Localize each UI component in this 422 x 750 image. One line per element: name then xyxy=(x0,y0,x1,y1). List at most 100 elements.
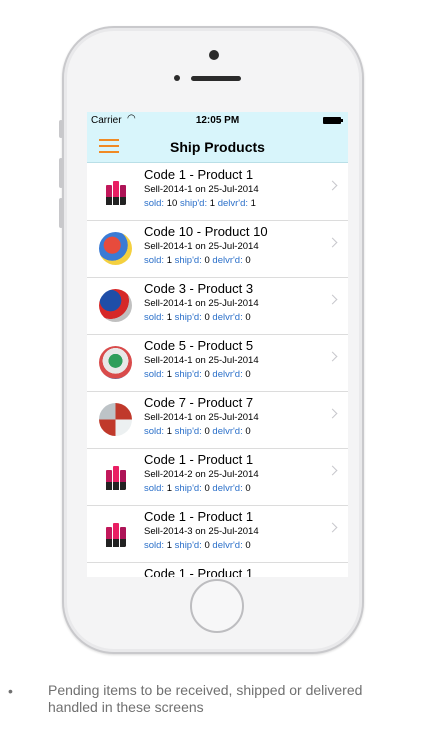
navigation-bar: Ship Products xyxy=(87,130,348,163)
item-title: Code 7 - Product 7 xyxy=(144,395,254,410)
product-image xyxy=(99,232,132,265)
product-image xyxy=(99,175,132,208)
shipped-label: ship'd: xyxy=(174,369,202,380)
item-title: Code 1 - Product 1 xyxy=(144,167,254,182)
sold-label: sold: xyxy=(144,426,165,437)
shipped-label: ship'd: xyxy=(174,255,202,266)
sold-label: sold: xyxy=(144,369,165,380)
chevron-right-icon xyxy=(327,465,338,476)
item-subtitle: Sell-2014-3 on 25-Jul-2014 xyxy=(144,526,259,537)
list-item[interactable]: Code 5 - Product 5 Sell-2014-1 on 25-Jul-… xyxy=(87,335,348,392)
shipped-value: 0 xyxy=(204,540,210,551)
front-camera xyxy=(209,50,219,60)
app-screen: Carrier ◠ 12:05 PM Ship Products Code 1 … xyxy=(87,112,348,577)
list-item[interactable]: Code 10 - Product 10 Sell-2014-1 on 25-Ju… xyxy=(87,221,348,278)
delivered-label: delvr'd: xyxy=(212,255,243,266)
chevron-right-icon xyxy=(327,351,338,362)
bullet: • xyxy=(8,683,13,699)
sold-label: sold: xyxy=(144,483,165,494)
volume-down-button xyxy=(59,198,63,228)
item-title: Code 1 - Product 1 xyxy=(144,509,254,524)
sold-value: 1 xyxy=(166,483,173,494)
list-item[interactable]: Code 1 - Product 1 xyxy=(87,563,348,577)
list-item[interactable]: Code 1 - Product 1 Sell-2014-2 on 25-Jul-… xyxy=(87,449,348,506)
product-image xyxy=(99,574,132,577)
sold-value: 1 xyxy=(166,540,173,551)
delivered-label: delvr'd: xyxy=(212,540,243,551)
item-title: Code 10 - Product 10 xyxy=(144,224,268,239)
caption-text: Pending items to be received, shipped or… xyxy=(48,682,363,715)
item-subtitle: Sell-2014-1 on 25-Jul-2014 xyxy=(144,412,259,423)
delivered-label: delvr'd: xyxy=(217,198,249,209)
sold-value: 1 xyxy=(166,312,173,323)
delivered-label: delvr'd: xyxy=(212,426,243,437)
home-button[interactable] xyxy=(190,579,244,633)
shipped-value: 0 xyxy=(204,483,210,494)
sold-value: 1 xyxy=(166,255,173,266)
shipped-label: ship'd: xyxy=(179,198,208,209)
earpiece-speaker xyxy=(191,76,241,81)
chevron-right-icon xyxy=(327,522,338,533)
delivered-value: 0 xyxy=(245,369,251,380)
list-item[interactable]: Code 1 - Product 1 Sell-2014-1 on 25-Jul-… xyxy=(87,164,348,221)
item-subtitle: Sell-2014-1 on 25-Jul-2014 xyxy=(144,298,259,309)
item-title: Code 3 - Product 3 xyxy=(144,281,254,296)
mute-switch xyxy=(59,120,63,138)
item-title: Code 1 - Product 1 xyxy=(144,566,254,577)
list-item[interactable]: Code 7 - Product 7 Sell-2014-1 on 25-Jul-… xyxy=(87,392,348,449)
product-image xyxy=(99,403,132,436)
proximity-sensor xyxy=(174,75,180,81)
shipped-label: ship'd: xyxy=(174,483,202,494)
delivered-value: 0 xyxy=(245,540,251,551)
shipped-value: 0 xyxy=(204,426,210,437)
sold-value: 10 xyxy=(166,198,178,209)
sold-label: sold: xyxy=(144,255,165,266)
delivered-value: 0 xyxy=(245,483,251,494)
product-image xyxy=(99,517,132,550)
chevron-right-icon xyxy=(327,180,338,191)
delivered-label: delvr'd: xyxy=(212,312,243,323)
delivered-value: 0 xyxy=(245,426,251,437)
battery-icon xyxy=(323,117,343,124)
sold-label: sold: xyxy=(144,540,165,551)
chevron-right-icon xyxy=(327,237,338,248)
shipped-value: 0 xyxy=(204,369,210,380)
product-image xyxy=(99,460,132,493)
product-image xyxy=(99,289,132,322)
chevron-right-icon xyxy=(327,294,338,305)
item-stats: sold: 1 ship'd: 0 delvr'd: 0 xyxy=(144,540,251,551)
item-title: Code 1 - Product 1 xyxy=(144,452,254,467)
delivered-value: 0 xyxy=(245,312,251,323)
delivered-label: delvr'd: xyxy=(212,483,243,494)
sold-value: 1 xyxy=(166,426,173,437)
shipped-label: ship'd: xyxy=(174,312,202,323)
sold-label: sold: xyxy=(144,312,165,323)
page-title: Ship Products xyxy=(170,139,265,155)
delivered-value: 0 xyxy=(245,255,251,266)
status-bar: Carrier ◠ 12:05 PM xyxy=(87,112,348,130)
item-title: Code 5 - Product 5 xyxy=(144,338,254,353)
item-stats: sold: 1 ship'd: 0 delvr'd: 0 xyxy=(144,255,251,266)
item-stats: sold: 10 ship'd: 1 delvr'd: 1 xyxy=(144,198,256,209)
product-list: Code 1 - Product 1 Sell-2014-1 on 25-Jul-… xyxy=(87,164,348,577)
sold-label: sold: xyxy=(144,198,165,209)
item-subtitle: Sell-2014-1 on 25-Jul-2014 xyxy=(144,241,259,252)
delivered-value: 1 xyxy=(250,198,256,209)
shipped-label: ship'd: xyxy=(174,540,202,551)
delivered-label: delvr'd: xyxy=(212,369,243,380)
item-stats: sold: 1 ship'd: 0 delvr'd: 0 xyxy=(144,312,251,323)
item-subtitle: Sell-2014-1 on 25-Jul-2014 xyxy=(144,355,259,366)
shipped-label: ship'd: xyxy=(174,426,202,437)
list-item[interactable]: Code 1 - Product 1 Sell-2014-3 on 25-Jul-… xyxy=(87,506,348,563)
item-stats: sold: 1 ship'd: 0 delvr'd: 0 xyxy=(144,483,251,494)
product-image xyxy=(99,346,132,379)
volume-up-button xyxy=(59,158,63,188)
shipped-value: 1 xyxy=(209,198,216,209)
item-stats: sold: 1 ship'd: 0 delvr'd: 0 xyxy=(144,426,251,437)
status-time: 12:05 PM xyxy=(195,115,240,126)
item-stats: sold: 1 ship'd: 0 delvr'd: 0 xyxy=(144,369,251,380)
sold-value: 1 xyxy=(166,369,173,380)
list-item[interactable]: Code 3 - Product 3 Sell-2014-1 on 25-Jul-… xyxy=(87,278,348,335)
shipped-value: 0 xyxy=(204,255,210,266)
item-subtitle: Sell-2014-2 on 25-Jul-2014 xyxy=(144,469,259,480)
